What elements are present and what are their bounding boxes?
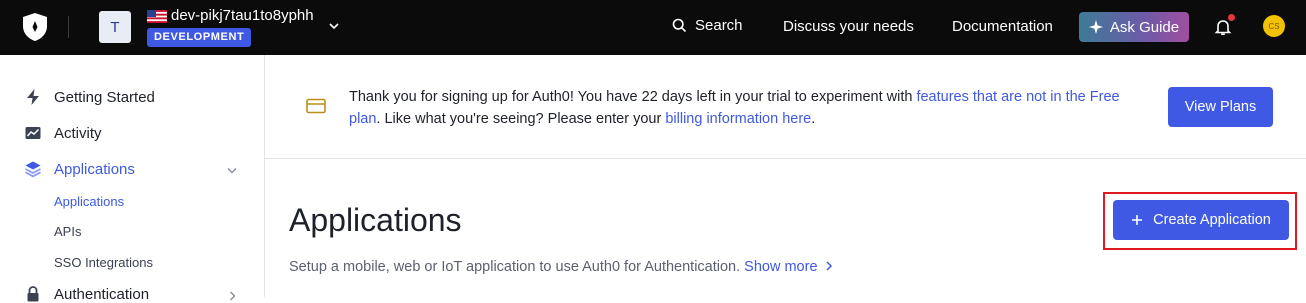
description-text: Setup a mobile, web or IoT application t… (289, 259, 741, 275)
auth0-logo-icon[interactable] (22, 12, 48, 42)
activity-chart-icon (25, 127, 41, 139)
plus-icon (1132, 215, 1143, 225)
create-application-button[interactable]: Create Application (1113, 200, 1289, 240)
lock-icon (27, 286, 39, 302)
notification-badge (1228, 14, 1235, 21)
sidebar-item-label: Activity (54, 124, 102, 142)
user-avatar[interactable]: CS (1263, 15, 1285, 37)
search-icon (672, 18, 687, 33)
layers-icon (25, 161, 41, 178)
sidebar-item-label: Applications (54, 160, 135, 178)
top-bar: T dev-pikj7tau1to8yphh DEVELOPMENT Searc… (0, 0, 1306, 55)
search-button[interactable]: Search (672, 17, 743, 34)
sidebar-item-activity[interactable]: Activity (24, 124, 102, 142)
ask-guide-label: Ask Guide (1109, 18, 1180, 36)
search-label: Search (695, 17, 743, 34)
billing-information-link[interactable]: billing information here (665, 111, 811, 127)
ask-guide-button[interactable]: Ask Guide (1079, 12, 1189, 42)
bolt-icon (27, 89, 39, 105)
trial-text: . (811, 111, 816, 127)
trial-banner: Thank you for signing up for Auth0! You … (265, 55, 1306, 159)
trial-message: Thank you for signing up for Auth0! You … (349, 86, 1129, 130)
show-more-label: Show more (744, 259, 818, 275)
tenant-name[interactable]: dev-pikj7tau1to8yphh (171, 7, 314, 24)
chevron-right-icon (825, 261, 832, 271)
create-application-label: Create Application (1153, 212, 1271, 228)
sidebar-item-getting-started[interactable]: Getting Started (24, 88, 155, 106)
chevron-up-icon[interactable] (226, 164, 238, 176)
us-flag-icon (147, 10, 167, 23)
sidebar-subitem-sso-integrations[interactable]: SSO Integrations (54, 255, 153, 270)
sidebar-item-authentication[interactable]: Authentication (24, 285, 149, 303)
chevron-down-icon[interactable] (328, 20, 340, 32)
view-plans-button[interactable]: View Plans (1168, 87, 1273, 127)
credit-card-icon (306, 98, 326, 114)
page-description: Setup a mobile, web or IoT application t… (289, 259, 836, 275)
sidebar-item-applications[interactable]: Applications (24, 160, 246, 178)
sidebar-subitem-applications[interactable]: Applications (54, 194, 124, 209)
environment-badge: DEVELOPMENT (147, 28, 252, 47)
sidebar-item-label: Getting Started (54, 88, 155, 106)
page-title: Applications (289, 202, 462, 238)
trial-text: . Like what you're seeing? Please enter … (376, 111, 666, 127)
discuss-needs-link[interactable]: Discuss your needs (783, 18, 914, 35)
sidebar-subitem-apis[interactable]: APIs (54, 224, 81, 239)
documentation-link[interactable]: Documentation (952, 18, 1053, 35)
sidebar: Getting Started Activity Applications Ap… (0, 55, 265, 303)
sparkle-icon (1088, 20, 1103, 34)
trial-text: Thank you for signing up for Auth0! You … (349, 89, 917, 105)
sidebar-item-label: Authentication (54, 285, 150, 303)
divider (68, 16, 69, 38)
chevron-right-icon[interactable] (226, 290, 238, 302)
tenant-avatar[interactable]: T (99, 11, 131, 43)
show-more-link[interactable]: Show more (744, 259, 835, 275)
